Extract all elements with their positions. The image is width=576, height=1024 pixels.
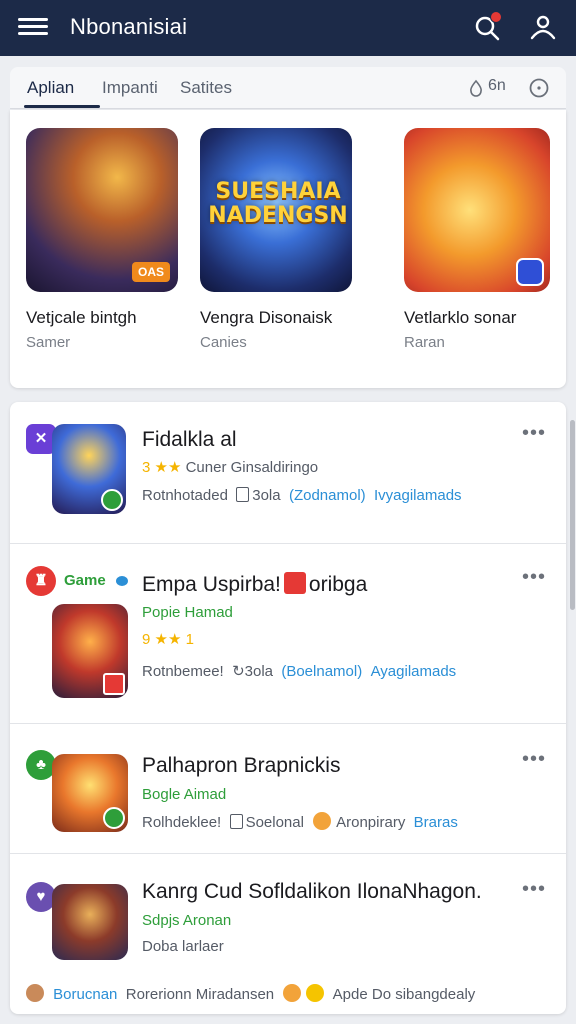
footer-c: Apde Do sibangdealy [332,986,476,1003]
app-meta-line: Rolhdeklee! Soelonal Aronpirary Braras [142,812,458,831]
featured-carousel: OAS Vetjcale bintgh Samer SUESHAIA NADEN… [10,110,566,388]
app-list: ✕ Fidalkla al 3 ★★ Cuner Ginsaldiringo R… [10,402,566,1014]
publisher-label: Game [64,572,106,589]
face-icon [313,812,332,830]
list-item[interactable]: ♣ Palhapron Brapnickis Bogle Aimad Rolhd… [10,724,566,854]
app-meta-line: Rotnbemee! ↻3ola (Boelnamol) Ayagilamads [142,662,456,680]
list-item[interactable]: ♜ Game Empa Uspirba! oribga Popie Hamad 9… [10,544,566,724]
app-title: Kanrg Cud Sofldalikon IlonaNhagon. [142,880,482,903]
square-icon [229,814,243,829]
meta-b: 3ola [252,487,281,504]
meta-c: Aronpirary [336,814,406,831]
meta-a: Rotnhotaded [142,487,228,504]
meta-d[interactable]: Ayagilamads [371,663,457,680]
rating-stars: 3 ★★ [142,459,182,476]
corner-badge-icon [101,489,123,511]
featured-name: Vetlarklo sonar [404,308,517,327]
more-options-icon[interactable]: ••• [522,748,546,771]
featured-name: Vengra Disonaisk [200,308,333,327]
footer-a[interactable]: Borucnan [53,986,117,1003]
person-icon[interactable] [528,12,558,42]
square-icon [236,487,250,502]
meta-a: Rolhdeklee! [142,814,222,831]
drop-icon[interactable] [468,79,484,97]
meta-b: Soelonal [245,814,304,831]
app-title: Empa Uspirba! oribga [142,572,367,597]
list-item[interactable]: ✕ Fidalkla al 3 ★★ Cuner Ginsaldiringo R… [10,402,566,544]
app-meta-line: Rotnhotaded 3ola (Zodnamol) Ivyagilamads [142,487,462,504]
game-thumbnail[interactable]: OAS [26,128,178,292]
dot-icon [116,576,128,586]
featured-category: Samer [26,334,71,351]
corner-badge-icon [103,673,125,695]
more-options-icon[interactable]: ••• [522,566,546,589]
info-icon[interactable] [528,77,550,99]
game-thumbnail[interactable]: SUESHAIA NADENGSN [200,128,352,292]
meta-d[interactable]: Ivyagilamads [374,487,462,504]
star-face-icon [306,984,325,1002]
app-title: Palhapron Brapnickis [142,754,341,777]
footer-b: Rorerionn Miradansen [125,986,275,1003]
avatar [26,984,44,1002]
app-rating-line: 3 ★★ Cuner Ginsaldiringo [142,458,318,476]
app-icon[interactable] [52,604,128,698]
tag-icon [283,572,306,594]
meta-b: 3ola [244,663,273,680]
list-item[interactable]: ♥ Kanrg Cud Sofldalikon IlonaNhagon. Sdp… [10,854,566,1014]
meta-d[interactable]: Braras [414,814,458,831]
app-title: Nbonanisiai [70,14,188,39]
app-developer: Bogle Aimad [142,786,227,803]
app-icon[interactable] [52,424,126,514]
featured-item[interactable]: SUESHAIA NADENGSN Vengra Disonaisk Canie… [200,128,360,351]
refresh-icon: ↻ [232,663,245,680]
tab-satites[interactable]: Satites [180,78,232,98]
rating-stars: 9 ★★ 1 [142,631,194,648]
app-icon[interactable] [52,884,128,960]
featured-name: Vetjcale bintgh [26,308,137,327]
meta-c[interactable]: (Boelnamol) [281,663,362,680]
more-options-icon[interactable]: ••• [522,422,546,445]
tab-bar: Aplian Impanti Satites 6n [10,67,566,109]
publisher-icon: ♜ [26,566,56,596]
footer-line: Borucnan Rorerionn Miradansen Apde Do si… [26,984,475,1003]
app-icon[interactable] [52,754,128,832]
rating-text: Cuner Ginsaldiringo [185,459,319,476]
active-tab-indicator [24,105,100,108]
thumbnail-tag: OAS [131,262,170,282]
notification-badge [490,11,502,23]
top-app-bar: Nbonanisiai [0,0,576,56]
corner-badge-icon [516,258,544,286]
app-title: Fidalkla al [142,428,237,451]
game-thumbnail[interactable] [404,128,550,292]
tabs-right-label: 6n [488,77,506,94]
thumbnail-art-text: SUESHAIA NADENGSN [208,179,348,228]
scrollbar[interactable] [570,420,575,610]
title-part-b: oribga [308,573,368,596]
menu-icon[interactable] [18,14,48,42]
tab-impanti[interactable]: Impanti [102,78,158,98]
featured-category: Canies [200,334,247,351]
more-options-icon[interactable]: ••• [522,878,546,901]
app-developer: Sdpjs Aronan [142,912,232,929]
corner-badge-icon [103,807,125,829]
featured-category: Raran [404,334,445,351]
featured-item[interactable]: Vetlarklo sonar Raran [404,128,564,351]
face-icon [283,984,302,1002]
meta-c[interactable]: (Zodnamol) [289,487,366,504]
featured-item[interactable]: OAS Vetjcale bintgh Samer [26,128,186,351]
tab-aplian[interactable]: Aplian [27,78,74,98]
meta-a: Rotnbemee! [142,663,224,680]
title-part-a: Empa Uspirba! [142,573,281,596]
app-meta: Doba larlaer [142,938,224,955]
app-developer: Popie Hamad [142,604,233,621]
